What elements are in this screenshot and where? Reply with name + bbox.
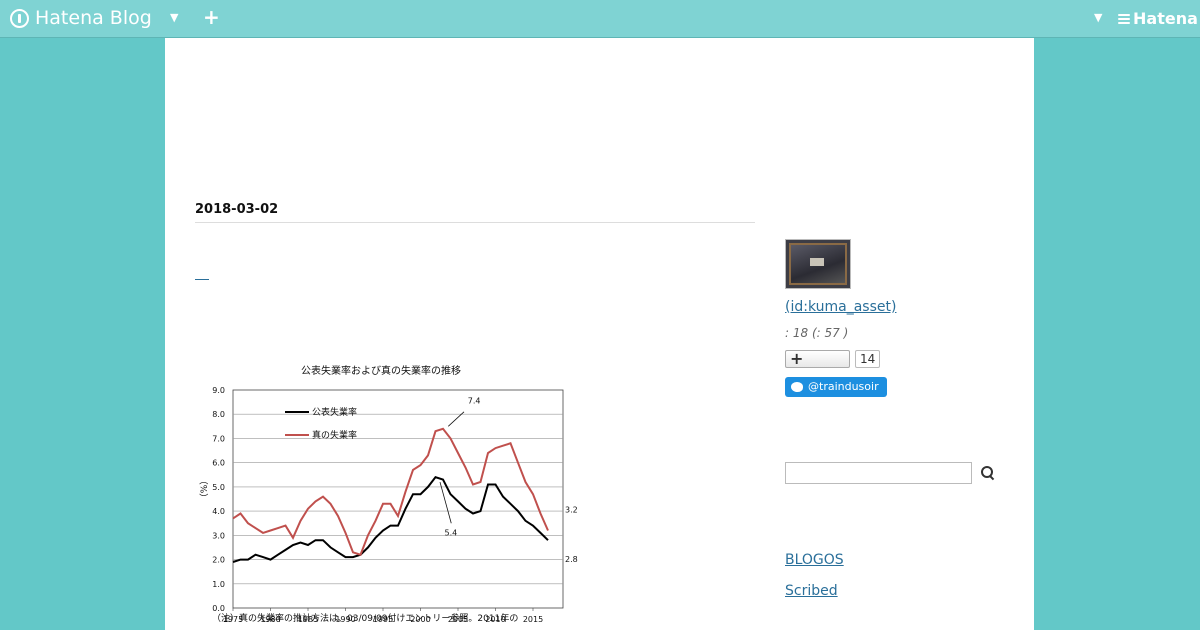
y-tick-label: 3.0 — [212, 531, 225, 540]
twitter-handle: @traindusoir — [808, 380, 879, 393]
y-tick-label: 6.0 — [212, 459, 225, 468]
chart-y-label: （%） — [199, 476, 210, 503]
sidebar-link-blogos[interactable]: BLOGOS — [785, 552, 844, 568]
twitter-bird-icon — [791, 382, 803, 392]
sidebar-link-scribed[interactable]: Scribed — [785, 583, 838, 599]
annotation-peak-official: 5.4 — [445, 528, 458, 537]
blog-content-area: 2018-03-02 公表失業率および真の失業率の推移 （%） 0.0 1.0 2.… — [165, 38, 1034, 630]
global-header: Hatena Blog ▼ + ▼ Hatena — [0, 0, 1200, 38]
chart-svg: 公表失業率および真の失業率の推移 （%） 0.0 1.0 2.0 3.0 4.0 5.0 6… — [199, 364, 578, 624]
hatena-waves-icon — [1118, 13, 1130, 24]
annotation-end-true: 3.2 — [565, 505, 578, 514]
hatena-blog-logo[interactable]: Hatena Blog — [10, 6, 152, 30]
twitter-follow-button[interactable]: @traindusoir — [785, 377, 887, 397]
x-tick-label: 2015 — [523, 615, 543, 624]
plus-icon: + — [790, 349, 804, 368]
unemployment-chart[interactable]: 公表失業率および真の失業率の推移 （%） 0.0 1.0 2.0 3.0 4.0 5.0 6… — [195, 358, 585, 630]
series-line-0 — [232, 476, 549, 563]
legend-label: 公表失業率 — [312, 406, 357, 418]
y-tick-label: 0.0 — [212, 604, 225, 613]
account-chevron-down-icon[interactable]: ▼ — [1094, 11, 1102, 24]
plus-icon[interactable]: + — [203, 7, 220, 27]
y-tick-label: 5.0 — [212, 483, 225, 492]
search-button[interactable] — [981, 466, 995, 481]
entry-date[interactable]: 2018-03-02 — [195, 202, 278, 217]
y-tick-label: 9.0 — [212, 386, 225, 395]
legend-label: 真の失業率 — [312, 429, 357, 441]
profile-avatar[interactable] — [785, 239, 851, 289]
hatena-logo-icon — [10, 8, 29, 28]
profile-name-link[interactable]: (id:kuma_asset) — [785, 299, 896, 315]
entry-title-link[interactable] — [195, 278, 209, 280]
chevron-down-icon[interactable]: ▼ — [170, 11, 178, 24]
follower-count: 14 — [855, 350, 881, 368]
logo-text: Hatena Blog — [35, 7, 152, 29]
chart-title: 公表失業率および真の失業率の推移 — [301, 364, 461, 377]
y-tick-label: 1.0 — [212, 580, 225, 589]
annotation-arrow — [439, 481, 452, 524]
y-tick-label: 8.0 — [212, 410, 225, 419]
search-input[interactable] — [785, 462, 972, 484]
date-divider — [195, 222, 755, 223]
annotation-peak-true: 7.4 — [468, 396, 481, 405]
follow-button[interactable]: + — [785, 349, 850, 368]
annotation-end-official: 2.8 — [565, 555, 578, 564]
y-tick-label: 4.0 — [212, 507, 225, 516]
brand-text: Hatena — [1133, 9, 1198, 28]
plot-frame — [232, 389, 564, 609]
y-tick-label: 2.0 — [212, 556, 225, 565]
chart-caption: （注）真の失業率の推計方法は、03/09/09付けエントリー参照。2011年の — [212, 612, 518, 624]
y-tick-label: 7.0 — [212, 434, 225, 443]
hatena-brand-link[interactable]: Hatena — [1118, 9, 1198, 28]
profile-stats: : 18 (: 57 ) — [785, 326, 849, 340]
